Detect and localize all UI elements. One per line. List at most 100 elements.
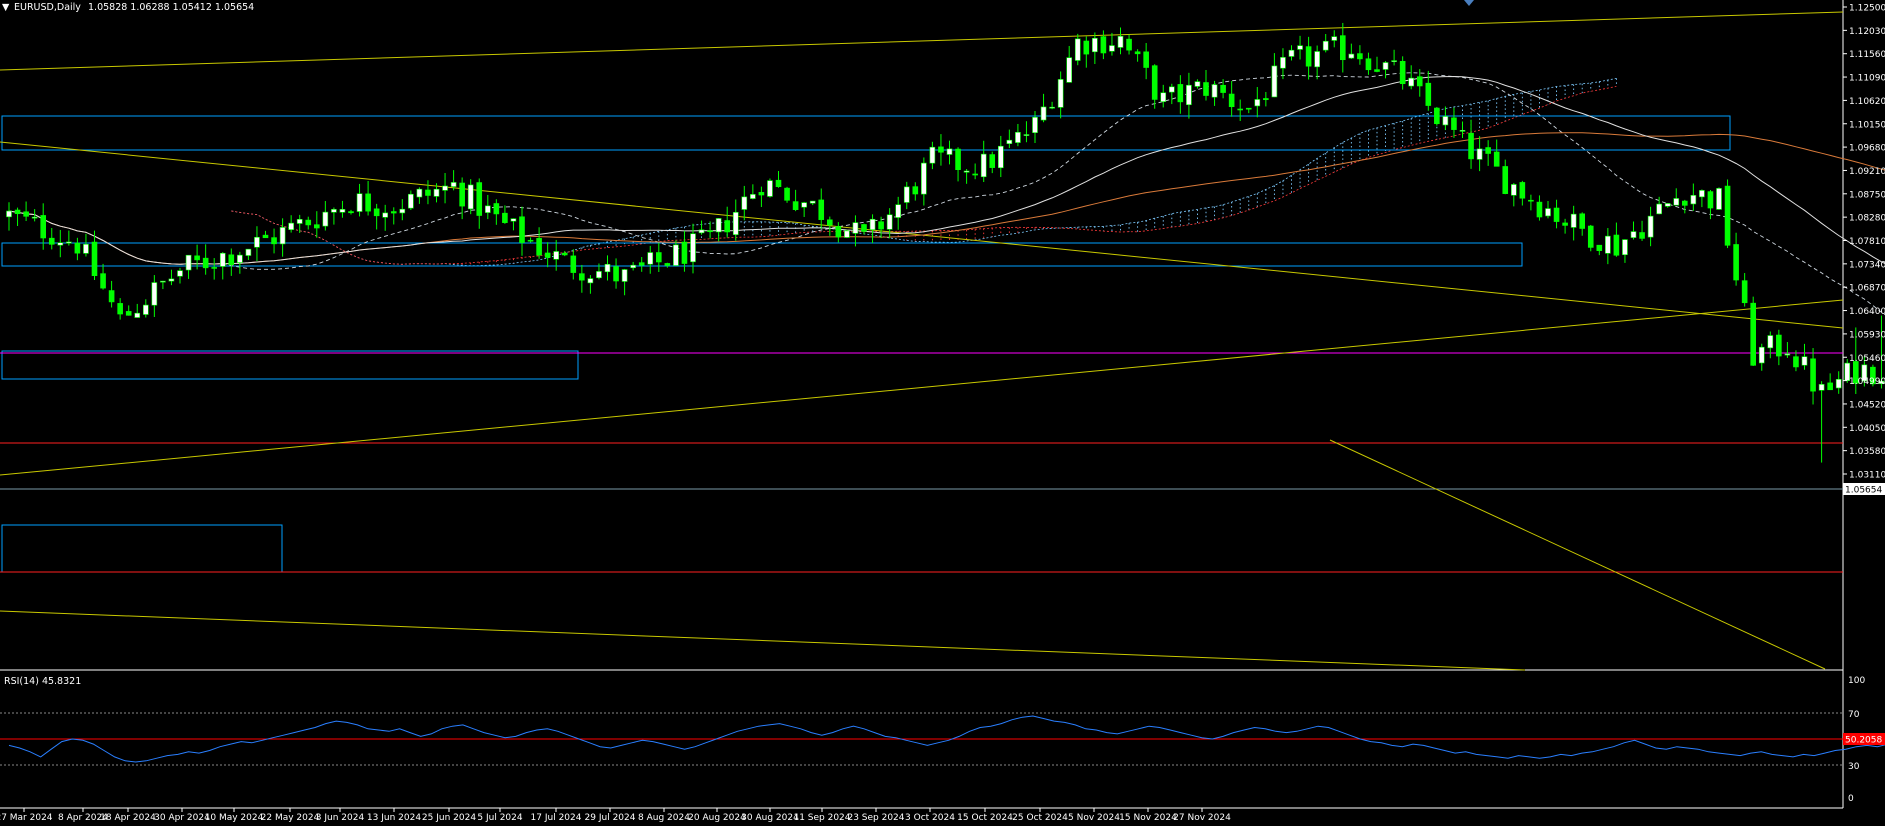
candle-body — [484, 205, 491, 213]
candle-body — [390, 211, 397, 214]
candle-body — [1288, 49, 1295, 57]
candle-body — [861, 224, 867, 232]
price-axis-label: 1.08750 — [1849, 190, 1885, 200]
candle-body — [1151, 65, 1158, 100]
candle-body — [1109, 45, 1115, 52]
candle-body — [1263, 98, 1269, 101]
rsi-axis-label-30: 30 — [1848, 762, 1860, 772]
candle-body — [134, 312, 141, 318]
candle-body — [1100, 36, 1107, 54]
candle-body — [245, 248, 252, 256]
candle-body — [613, 266, 619, 282]
candle-body — [519, 216, 525, 243]
candle-body — [1570, 213, 1577, 228]
candle-body — [1810, 358, 1816, 392]
candle-body — [775, 179, 782, 188]
candle-body — [801, 202, 807, 208]
price-axis-label: 1.10150 — [1849, 120, 1885, 130]
date-axis-label: 30 Apr 2024 — [154, 813, 210, 823]
date-axis-label: 30 Aug 2024 — [741, 813, 799, 823]
candle-body — [1220, 84, 1226, 93]
candle-body — [579, 273, 585, 281]
candle-body — [1143, 51, 1149, 68]
candle-body — [1673, 198, 1680, 206]
candle-body — [1579, 213, 1585, 229]
shift-marker-icon[interactable] — [1464, 0, 1474, 6]
candle-body — [74, 242, 81, 254]
price-axis-label: 1.03110 — [1849, 471, 1885, 481]
candle-body — [399, 208, 406, 214]
price-axis-label: 1.10620 — [1849, 97, 1885, 107]
date-axis-label: 25 Jun 2024 — [422, 813, 476, 823]
price-axis-label: 1.06870 — [1849, 284, 1885, 294]
candle-body — [664, 263, 671, 266]
candle-body — [1057, 79, 1064, 108]
candle-body — [1169, 86, 1175, 93]
candle-body — [1297, 45, 1303, 50]
price-axis-label: 1.06400 — [1849, 307, 1885, 317]
candle-body — [1545, 208, 1551, 217]
rsi-indicator — [0, 712, 1885, 766]
date-axis-label: 27 Nov 2024 — [1173, 813, 1231, 823]
date-axis: 27 Mar 2024 8 Apr 202418 Apr 202430 Apr 2… — [0, 808, 1231, 823]
date-axis-label: 3 Oct 2024 — [905, 813, 955, 823]
candle-body — [929, 146, 936, 164]
candle-body — [1049, 106, 1055, 109]
candle-body — [544, 252, 551, 258]
zone-boxes — [1, 115, 1731, 573]
candle-body — [536, 238, 542, 256]
rsi-axis-label-70: 70 — [1848, 710, 1860, 720]
candle-body — [1186, 84, 1192, 106]
candle-body — [296, 219, 303, 224]
collapse-arrow-icon[interactable]: ▼ — [2, 2, 10, 13]
kijun-line — [8, 72, 1885, 316]
trendlines — [0, 11, 1844, 671]
price-chart[interactable]: 1.12500 1.12030 1.11560 1.11090 1.10620 1.101… — [0, 0, 1885, 826]
candle-body — [1767, 335, 1774, 349]
candle-body — [151, 282, 158, 306]
price-axis-label: 1.12500 — [1849, 4, 1885, 14]
candle-body — [1801, 356, 1808, 366]
candle-body — [1468, 132, 1474, 160]
ohlc-label: 1.05828 1.06288 1.05412 1.05654 — [88, 2, 254, 13]
candle-body — [690, 233, 696, 263]
candle-body — [1416, 76, 1423, 87]
trendline-top — [0, 11, 1844, 71]
trendline-bottom — [0, 610, 1526, 671]
price-axis-label: 1.04990 — [1849, 377, 1885, 387]
candle-body — [955, 148, 961, 170]
candle-body — [1126, 38, 1132, 51]
candle-body — [348, 211, 354, 214]
candle-body — [1228, 93, 1235, 108]
candle-body — [732, 212, 739, 235]
candle-body — [305, 219, 312, 226]
zone-box-bottom — [1, 524, 283, 573]
candle-body — [31, 216, 38, 219]
date-axis-label: 27 Mar 2024 — [0, 813, 53, 823]
candle-body — [980, 153, 987, 178]
candle-body — [1425, 82, 1432, 106]
candle-body — [1716, 188, 1722, 210]
candle-body — [23, 211, 29, 217]
candle-body — [1374, 69, 1380, 72]
candle-body — [553, 251, 560, 260]
candle-body — [1528, 199, 1534, 202]
candle-body — [185, 254, 192, 271]
candle-body — [493, 203, 500, 215]
candle-body — [1015, 132, 1021, 143]
candle-body — [1647, 215, 1654, 238]
candle-body — [322, 211, 329, 227]
candle-body — [1074, 38, 1081, 61]
candle-body — [279, 227, 286, 245]
price-axis-label: 1.12030 — [1849, 27, 1885, 37]
candle-body — [1032, 117, 1038, 133]
candle-body — [1399, 60, 1406, 85]
horizontal-levels — [0, 352, 1843, 573]
candle-body — [356, 193, 363, 212]
candle-body — [1733, 244, 1739, 281]
candle-body — [467, 184, 474, 210]
candle-body — [963, 170, 970, 173]
candle-body — [365, 193, 371, 212]
date-axis-label: 5 Jul 2024 — [477, 813, 522, 823]
date-axis-label: 18 Apr 2024 — [100, 813, 156, 823]
